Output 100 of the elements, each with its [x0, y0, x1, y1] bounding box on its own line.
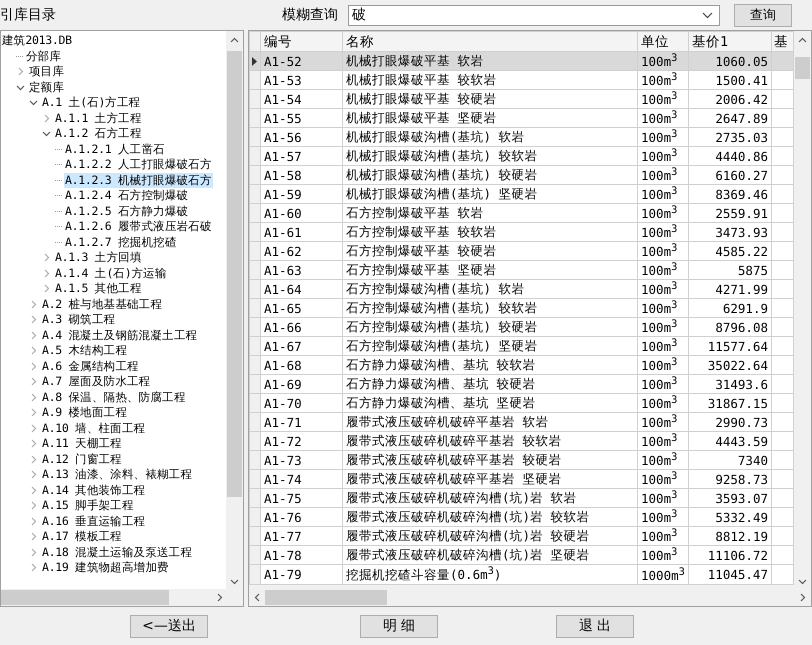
search-field[interactable]: 破 [348, 4, 720, 26]
scrollbar-thumb[interactable] [1, 590, 169, 605]
tree-item[interactable]: A.4 混凝土及钢筋混凝土工程 [41, 328, 198, 343]
tree-item[interactable]: A.7 屋面及防水工程 [41, 374, 152, 390]
chevron-right-icon[interactable] [29, 548, 38, 557]
chevron-right-icon[interactable] [29, 346, 38, 356]
column-header[interactable]: 名称 [342, 32, 638, 52]
scroll-down-icon[interactable] [230, 579, 239, 585]
chevron-right-icon[interactable] [29, 330, 38, 340]
row-header-cell[interactable] [250, 394, 260, 412]
chevron-right-icon[interactable] [42, 284, 51, 294]
chevron-right-icon[interactable] [42, 253, 51, 262]
row-header-cell[interactable] [250, 470, 260, 488]
chevron-right-icon[interactable] [29, 424, 38, 433]
row-header-cell[interactable] [250, 242, 260, 260]
scroll-up-icon[interactable] [230, 37, 239, 43]
chevron-down-icon[interactable] [29, 98, 38, 108]
tree-item[interactable]: A.5 木结构工程 [41, 343, 128, 358]
tree-item[interactable]: A.13 油漆、涂料、裱糊工程 [41, 467, 194, 482]
scroll-right-icon[interactable] [217, 593, 223, 602]
exit-button[interactable]: 退 出 [556, 614, 634, 638]
row-header-cell[interactable] [250, 90, 260, 108]
row-header-cell[interactable] [250, 184, 260, 204]
tree-item[interactable]: A.14 其他装饰工程 [41, 482, 146, 498]
tree-item[interactable]: A.2 桩与地基基础工程 [41, 296, 164, 312]
chevron-right-icon[interactable] [29, 439, 38, 448]
row-header-cell[interactable] [250, 280, 260, 298]
tree-item[interactable]: A.17 模板工程 [41, 529, 123, 544]
column-header[interactable]: 基 [772, 32, 794, 52]
row-header-cell[interactable] [250, 432, 260, 450]
row-header-cell[interactable] [250, 166, 260, 184]
row-header-cell[interactable] [250, 336, 260, 356]
chevron-right-icon[interactable] [16, 67, 25, 76]
row-header-cell[interactable] [250, 70, 260, 90]
row-header-cell[interactable] [250, 356, 260, 374]
tree-item[interactable]: A.15 脚手架工程 [41, 498, 135, 514]
tree-item[interactable]: A.1.2 石方工程 [54, 126, 143, 142]
chevron-right-icon[interactable] [42, 114, 51, 123]
row-header-cell[interactable] [250, 204, 260, 222]
tree-item[interactable]: A.8 保温、隔热、防腐工程 [41, 390, 186, 405]
row-header-cell[interactable] [250, 412, 260, 432]
chevron-right-icon[interactable] [42, 268, 51, 278]
tree-item[interactable]: A.6 金属结构工程 [41, 358, 140, 374]
row-header-cell[interactable] [250, 128, 260, 146]
column-header[interactable]: 单位 [638, 32, 688, 52]
row-header-cell[interactable] [250, 318, 260, 336]
tree-item[interactable]: A.1.3 土方回填 [54, 250, 143, 266]
tree-item[interactable]: A.9 楼地面工程 [41, 405, 128, 420]
tree-item[interactable]: 项目库 [28, 64, 66, 80]
row-header-cell[interactable] [250, 374, 260, 394]
scroll-down-icon[interactable] [798, 579, 807, 585]
vertical-scrollbar[interactable] [226, 31, 243, 589]
tree-item[interactable]: 分部库 [25, 48, 62, 64]
search-button[interactable]: 查询 [734, 4, 792, 26]
row-header-cell[interactable] [250, 450, 260, 470]
tree-item[interactable]: A.1.2.4 石方控制爆破 [64, 188, 190, 204]
scroll-left-icon[interactable] [254, 593, 260, 602]
tree-item[interactable]: A.1.2.5 石方静力爆破 [64, 204, 190, 219]
chevron-right-icon[interactable] [29, 392, 38, 402]
tree-item[interactable]: A.19 建筑物超高增加费 [41, 560, 170, 576]
tree-item[interactable]: A.10 墙、柱面工程 [41, 420, 146, 436]
chevron-right-icon[interactable] [29, 532, 38, 542]
row-header-cell[interactable] [250, 564, 260, 585]
scroll-right-icon[interactable] [800, 593, 806, 602]
chevron-right-icon[interactable] [29, 300, 38, 309]
tree-item[interactable]: A.1.2.1 人工凿石 [64, 142, 166, 157]
chevron-right-icon[interactable] [29, 563, 38, 572]
tree-item[interactable]: A.12 门窗工程 [41, 452, 123, 467]
scroll-up-icon[interactable] [798, 37, 807, 43]
chevron-right-icon[interactable] [29, 408, 38, 418]
tree-item[interactable]: A.1 土(石)方工程 [41, 95, 142, 110]
detail-button[interactable]: 明 细 [360, 614, 438, 638]
scrollbar-thumb[interactable] [265, 590, 387, 605]
tree-item[interactable]: A.1.2.7 挖掘机挖碴 [64, 234, 178, 250]
tree-item[interactable]: A.1.1 土方工程 [54, 110, 143, 126]
column-header[interactable]: 编号 [260, 32, 342, 52]
chevron-right-icon[interactable] [29, 362, 38, 371]
chevron-right-icon[interactable] [29, 516, 38, 526]
scrollbar-thumb[interactable] [227, 51, 242, 497]
row-header-cell[interactable] [250, 488, 260, 508]
chevron-right-icon[interactable] [29, 470, 38, 480]
chevron-right-icon[interactable] [29, 377, 38, 386]
horizontal-scrollbar[interactable] [1, 589, 243, 606]
chevron-right-icon[interactable] [29, 501, 38, 510]
row-header-cell[interactable] [250, 222, 260, 242]
tree-item[interactable]: 建筑2013.DB [1, 33, 73, 48]
row-header-cell[interactable] [250, 298, 260, 318]
chevron-right-icon[interactable] [29, 315, 38, 324]
chevron-down-icon[interactable] [42, 129, 51, 138]
row-header-cell[interactable] [250, 508, 260, 526]
tree-item[interactable]: A.1.2.3 机械打眼爆破石方 [64, 172, 213, 188]
row-header-cell[interactable] [250, 260, 260, 280]
row-header-cell[interactable] [250, 108, 260, 128]
tree-item[interactable]: A.1.2.2 人工打眼爆破石方 [64, 157, 213, 172]
tree-item[interactable]: A.16 垂直运输工程 [41, 514, 146, 529]
row-header-cell[interactable] [250, 546, 260, 564]
row-header-cell[interactable] [250, 52, 260, 70]
tree-item[interactable]: 定额库 [28, 80, 66, 95]
tree-item[interactable]: A.18 混凝土运输及泵送工程 [41, 544, 194, 560]
chevron-down-icon[interactable] [16, 82, 25, 92]
